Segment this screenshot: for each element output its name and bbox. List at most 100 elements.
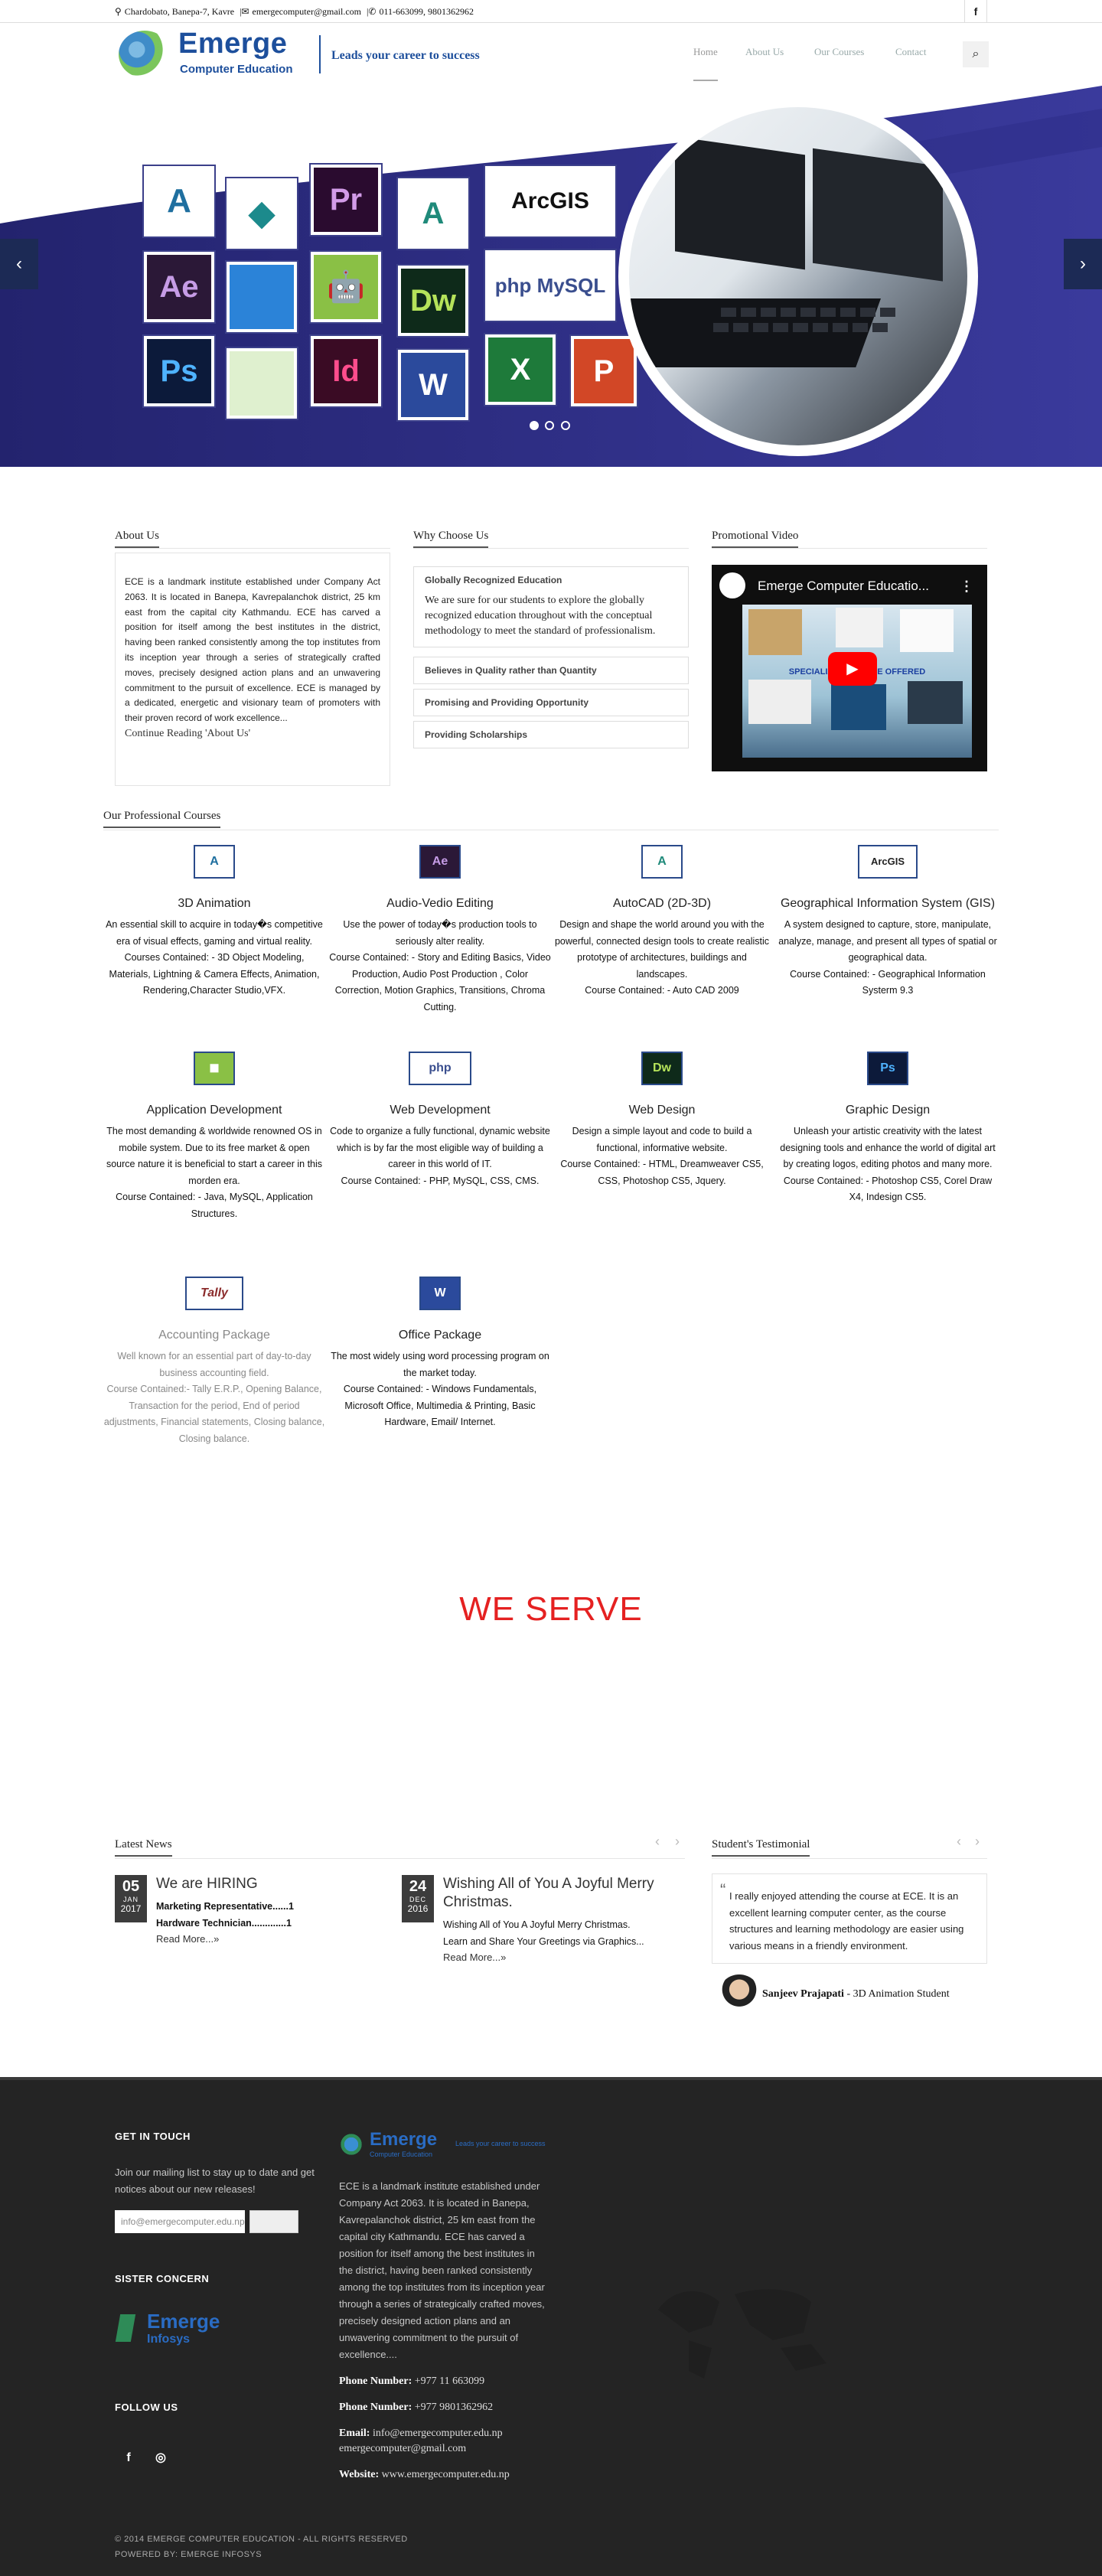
accordion-title[interactable]: Globally Recognized Education <box>414 567 688 593</box>
course-desc: Use the power of today�s production tool… <box>329 919 551 1012</box>
logo-tagline: Leads your career to success <box>331 49 480 62</box>
email-label: Email: <box>339 2428 370 2439</box>
slider-dot-2[interactable] <box>545 421 555 430</box>
accordion-title[interactable]: Promising and Providing Opportunity <box>414 690 688 716</box>
subscribe-button[interactable] <box>249 2210 298 2233</box>
course-card[interactable]: Tally Accounting Package Well known for … <box>103 1277 325 1447</box>
course-title[interactable]: Geographical Information System (GIS) <box>777 895 999 912</box>
continue-reading-link[interactable]: Continue Reading 'About Us' <box>125 726 380 742</box>
newsletter-email-input[interactable]: info@emergecomputer.edu.np <box>115 2210 245 2233</box>
news-next-button[interactable]: › <box>675 1834 680 1850</box>
emerge-infosys-logo[interactable]: Emerge Infosys <box>115 2310 230 2348</box>
premiere-icon: Pr <box>311 165 381 235</box>
instagram-icon[interactable]: ◎ <box>150 2447 171 2469</box>
course-card[interactable]: php Web Development Code to organize a f… <box>329 1052 551 1189</box>
course-desc: The most demanding & worldwide renowned … <box>106 1126 323 1219</box>
email-value-2[interactable]: emergecomputer@gmail.com <box>339 2443 466 2455</box>
slider-dots <box>530 420 573 434</box>
read-more-link[interactable]: Read More...» <box>443 1952 506 1963</box>
video-title: Promotional Video <box>712 530 799 548</box>
course-card[interactable]: Dw Web Design Design a simple layout and… <box>551 1052 773 1189</box>
search-icon[interactable]: ⌕ <box>963 41 989 67</box>
course-card[interactable]: A 3D Animation An essential skill to acq… <box>103 845 325 999</box>
course-title[interactable]: 3D Animation <box>103 895 325 912</box>
logo-subtitle: Computer Education <box>180 63 293 76</box>
about-box: ECE is a landmark institute established … <box>115 553 390 786</box>
news-title[interactable]: We are HIRING <box>156 1875 416 1893</box>
autocad-icon: A <box>398 178 468 249</box>
news-date: 24 DEC 2016 <box>402 1875 434 1922</box>
read-more-link[interactable]: Read More...» <box>156 1933 219 1945</box>
accordion-item-3[interactable]: Promising and Providing Opportunity <box>413 689 689 716</box>
autodesk-icon: A <box>194 845 235 879</box>
nav-our-courses[interactable]: Our Courses <box>814 46 864 58</box>
autocad-icon: A <box>641 845 683 879</box>
facebook-icon[interactable]: f <box>964 0 987 23</box>
phone-row: Phone Number: +977 11 663099 <box>339 2375 484 2388</box>
accordion-item-1[interactable]: Globally Recognized Education We are sur… <box>413 566 689 647</box>
course-title[interactable]: Accounting Package <box>103 1327 325 1344</box>
course-title[interactable]: Graphic Design <box>777 1102 999 1119</box>
testimonial-prev-button[interactable]: ‹ <box>957 1834 961 1850</box>
more-options-icon[interactable]: ⋮ <box>960 579 973 595</box>
email-text: emergecomputer@gmail.com <box>252 6 361 17</box>
nav-about-us[interactable]: About Us <box>745 46 784 58</box>
news-title: Latest News <box>115 1838 172 1857</box>
play-icon[interactable]: ▶ <box>828 652 877 686</box>
course-card[interactable]: Ae Audio-Vedio Editing Use the power of … <box>329 845 551 1016</box>
facebook-icon[interactable]: f <box>118 2447 139 2469</box>
logo-name: Emerge <box>178 28 288 60</box>
accordion-title[interactable]: Believes in Quality rather than Quantity <box>414 657 688 683</box>
course-title[interactable]: Application Development <box>103 1102 325 1119</box>
phone-row-2: Phone Number: +977 9801362962 <box>339 2402 493 2414</box>
accordion-title[interactable]: Providing Scholarships <box>414 722 688 748</box>
slider-dot-1[interactable] <box>530 421 539 430</box>
about-title: About Us <box>115 530 159 548</box>
slider-prev-button[interactable]: ‹ <box>0 239 38 289</box>
keyboard-photo <box>629 107 967 445</box>
course-card[interactable]: ArcGIS Geographical Information System (… <box>777 845 999 999</box>
testimonial-next-button[interactable]: › <box>975 1834 980 1850</box>
phone-icon: |✆ <box>367 6 377 17</box>
course-card[interactable]: Ps Graphic Design Unleash your artistic … <box>777 1052 999 1206</box>
footer-logo-tagline: Leads your career to success <box>455 2140 546 2147</box>
web-dev-thumb <box>748 680 811 724</box>
slider-next-button[interactable]: › <box>1064 239 1102 289</box>
site-logo[interactable]: Emerge Computer Education Leads your car… <box>119 28 486 81</box>
php-mysql-icon: php <box>409 1052 471 1085</box>
get-in-touch-heading: GET IN TOUCH <box>115 2131 191 2142</box>
nav-contact[interactable]: Contact <box>895 46 926 58</box>
news-title[interactable]: Wishing All of You A Joyful Merry Christ… <box>443 1875 703 1912</box>
after-effects-icon: Ae <box>419 845 461 879</box>
course-card[interactable]: A AutoCAD (2D-3D) Design and shape the w… <box>551 845 773 999</box>
course-desc: Well known for an essential part of day-… <box>103 1351 325 1444</box>
slider-dot-3[interactable] <box>560 421 570 430</box>
logo-globe-icon <box>119 31 171 78</box>
news-prev-button[interactable]: ‹ <box>655 1834 660 1850</box>
accordion-item-2[interactable]: Believes in Quality rather than Quantity <box>413 657 689 684</box>
course-title[interactable]: AutoCAD (2D-3D) <box>551 895 773 912</box>
course-title[interactable]: Web Design <box>551 1102 773 1119</box>
mail-icon: |✉ <box>240 6 249 17</box>
address-text: Chardobato, Banepa-7, Kavre <box>124 6 235 17</box>
world-map-graphic <box>658 2289 826 2379</box>
logo-divider <box>319 35 321 73</box>
course-title[interactable]: Office Package <box>329 1327 551 1344</box>
course-card[interactable]: W Office Package The most widely using w… <box>329 1277 551 1431</box>
student-name: Sanjeev Prajapati <box>762 1988 844 2000</box>
news-rule <box>115 1858 685 1859</box>
course-desc: An essential skill to acquire in today�s… <box>106 919 323 996</box>
infosys-logo-mark <box>115 2314 136 2342</box>
course-title[interactable]: Audio-Vedio Editing <box>329 895 551 912</box>
website-value[interactable]: www.emergecomputer.edu.np <box>382 2469 510 2480</box>
promo-video[interactable]: Emerge Computer Educatio... ⋮ SPECIALIZE… <box>712 565 987 771</box>
nav-home[interactable]: Home <box>693 46 718 81</box>
powered-by-text[interactable]: POWERED BY: EMERGE INFOSYS <box>115 2550 262 2559</box>
accordion-item-4[interactable]: Providing Scholarships <box>413 721 689 748</box>
course-card[interactable]: ◼ Application Development The most deman… <box>103 1052 325 1222</box>
course-title[interactable]: Web Development <box>329 1102 551 1119</box>
news-day: 24 <box>409 1878 427 1895</box>
email-value-1[interactable]: info@emergecomputer.edu.np <box>373 2428 503 2439</box>
vfx-thumb <box>908 681 963 724</box>
office-thumb <box>836 608 883 647</box>
